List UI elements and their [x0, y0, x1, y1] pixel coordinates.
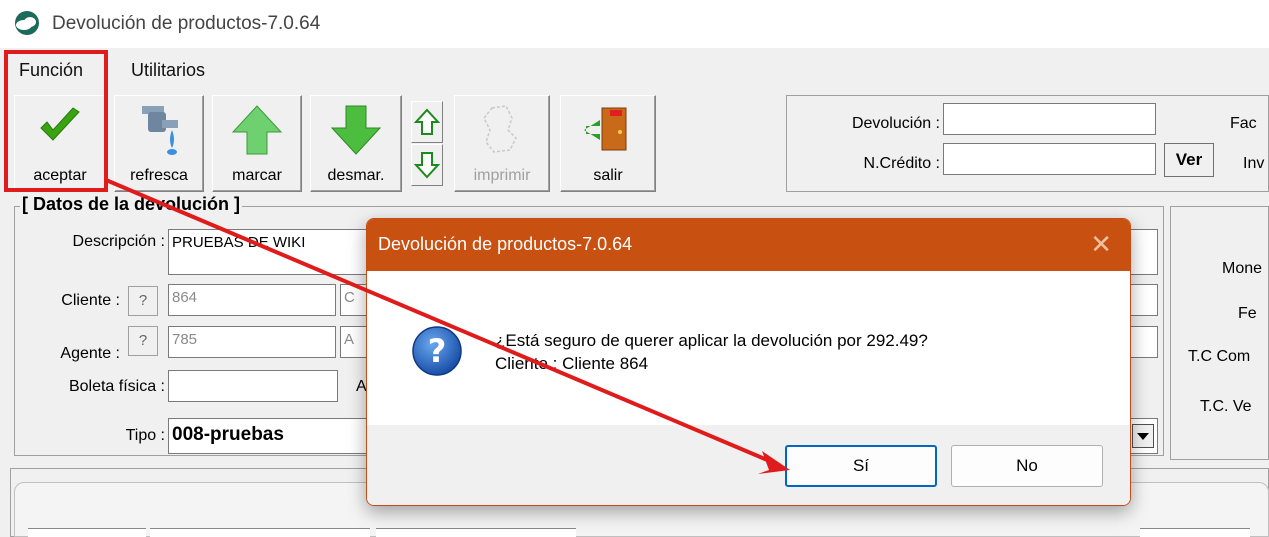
close-icon[interactable]: ✕: [1090, 229, 1112, 260]
no-button[interactable]: No: [951, 445, 1103, 487]
menu-utilitarios[interactable]: Utilitarios: [131, 60, 205, 81]
ncredito-label: N.Crédito :: [863, 155, 940, 172]
dialog-titlebar: Devolución de productos-7.0.64 ✕: [367, 219, 1130, 271]
salir-button[interactable]: salir: [560, 95, 656, 192]
imprimir-button[interactable]: imprimir: [454, 95, 550, 192]
cliente-code-input[interactable]: 864: [168, 284, 336, 316]
descripcion-label: Descripción :: [72, 233, 165, 250]
arrow-up-icon: [231, 105, 283, 155]
inv-label: Inv: [1243, 155, 1265, 172]
grid-col-3: [376, 528, 576, 537]
faucet-icon: [142, 106, 178, 155]
right-info-panel: [1170, 206, 1269, 460]
small-arrow-up-icon: [413, 108, 441, 135]
boleta-input[interactable]: [168, 370, 338, 402]
marcar-label: marcar: [232, 167, 282, 184]
move-down-button[interactable]: [411, 144, 443, 186]
salir-label: salir: [593, 167, 623, 184]
cliente-label: Cliente :: [61, 292, 120, 309]
desmarcar-label: desmar.: [327, 167, 385, 184]
imprimir-label: imprimir: [473, 167, 531, 184]
svg-text:?: ?: [428, 332, 447, 370]
desmarcar-button[interactable]: desmar.: [310, 95, 402, 192]
devolucion-input[interactable]: [943, 103, 1156, 135]
question-icon: ?: [412, 326, 462, 376]
arrow-down-icon: [330, 105, 382, 155]
tipo-dropdown-button[interactable]: [1132, 424, 1154, 448]
agente-code-input[interactable]: 785: [168, 326, 336, 358]
boleta-label: Boleta física :: [68, 378, 165, 395]
ver-button[interactable]: Ver: [1164, 143, 1214, 177]
dialog-message-line1: ¿Está seguro de querer aplicar la devolu…: [495, 331, 928, 350]
refresca-button[interactable]: refresca: [114, 95, 204, 192]
dialog-title: Devolución de productos-7.0.64: [378, 234, 633, 254]
exit-door-icon: [584, 107, 627, 151]
cliente-lookup-button[interactable]: ?: [128, 286, 158, 316]
agente-lookup-button[interactable]: ?: [128, 326, 158, 356]
dialog-body: ? ¿Está seguro de querer aplicar la devo…: [367, 271, 1130, 425]
annotation-highlight-box: [4, 50, 108, 192]
marcar-button[interactable]: marcar: [212, 95, 302, 192]
refresca-label: refresca: [130, 167, 188, 184]
grid-col-4: [1140, 528, 1250, 537]
agente-label: Agente :: [60, 345, 120, 362]
grid-col-1: [28, 528, 146, 537]
printer-icon: [483, 105, 517, 153]
fecha-label: Fe: [1238, 305, 1257, 322]
tc-venta-label: T.C. Ve: [1200, 398, 1252, 415]
confirm-dialog: Devolución de productos-7.0.64 ✕ ? ¿Está…: [366, 218, 1131, 506]
tc-compra-label: T.C Com: [1188, 348, 1251, 365]
fac-label: Fac: [1230, 115, 1257, 132]
dialog-message-line2: Cliente : Cliente 864: [495, 354, 649, 373]
move-up-button[interactable]: [411, 101, 443, 143]
cloud-app-icon: [15, 11, 39, 35]
grid-col-2: [150, 528, 370, 537]
tipo-label: Tipo :: [125, 427, 165, 444]
ncredito-input[interactable]: [943, 143, 1156, 175]
yes-button[interactable]: Sí: [785, 445, 937, 487]
chevron-down-icon: [1137, 433, 1149, 440]
window-titlebar: Devolución de productos-7.0.64: [0, 0, 1269, 48]
window-title: Devolución de productos-7.0.64: [52, 13, 321, 34]
small-arrow-down-icon: [413, 152, 441, 179]
devolucion-label: Devolución :: [851, 115, 940, 132]
group-title: [ Datos de la devolución ]: [20, 194, 243, 215]
moneda-label: Mone: [1222, 260, 1263, 277]
menu-bar: Función Utilitarios: [0, 56, 1269, 86]
